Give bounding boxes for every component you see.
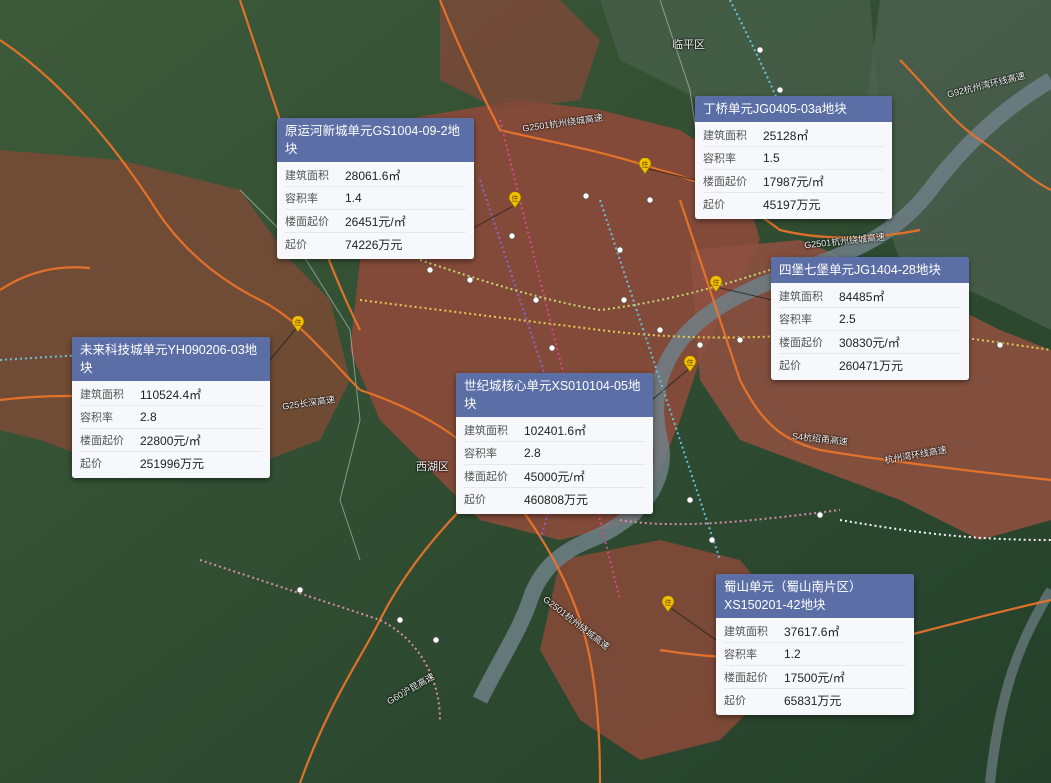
floor-price-value: 17500元/㎡ [784, 670, 845, 685]
field-label-far: 容积率 [779, 314, 812, 326]
svg-text:住: 住 [642, 160, 649, 169]
field-label-far: 容积率 [80, 412, 113, 424]
start-price-value: 260471万元 [839, 358, 904, 373]
field-label-far: 容积率 [285, 193, 318, 205]
floor-price-value: 26451元/㎡ [345, 214, 406, 229]
map-pin-icon[interactable]: 住 [638, 158, 652, 174]
parcel-title: 蜀山单元（蜀山南片区）XS150201-42地块 [716, 574, 914, 618]
field-label-floor-price: 楼面起价 [779, 337, 823, 349]
svg-text:住: 住 [665, 598, 672, 607]
svg-text:住: 住 [713, 278, 720, 287]
map-pin-icon[interactable]: 住 [508, 192, 522, 208]
area-value: 28061.6㎡ [345, 168, 401, 183]
field-label-start-price: 起价 [464, 494, 486, 506]
district-label-xihu: 西湖区 [416, 461, 449, 473]
district-label-linping: 临平区 [672, 39, 705, 51]
field-label-area: 建筑面积 [724, 626, 768, 638]
area-value: 102401.6㎡ [524, 423, 587, 438]
far-value: 1.4 [345, 191, 362, 205]
map-pin-icon[interactable]: 住 [709, 276, 723, 292]
field-label-far: 容积率 [724, 649, 757, 661]
far-value: 1.2 [784, 647, 801, 661]
field-label-floor-price: 楼面起价 [285, 216, 329, 228]
field-label-start-price: 起价 [80, 458, 102, 470]
map-pin-icon[interactable]: 住 [291, 316, 305, 332]
svg-text:住: 住 [512, 194, 519, 203]
parcel-card[interactable]: 原运河新城单元GS1004-09-2地块 建筑面积 28061.6㎡ 容积率 1.4… [277, 118, 474, 259]
area-value: 25128㎡ [763, 128, 809, 143]
far-value: 2.5 [839, 312, 856, 326]
field-label-floor-price: 楼面起价 [80, 435, 124, 447]
field-label-floor-price: 楼面起价 [703, 176, 747, 188]
parcel-card[interactable]: 世纪城核心单元XS010104-05地块 建筑面积 102401.6㎡ 容积率 2.… [456, 373, 653, 514]
floor-price-value: 30830元/㎡ [839, 335, 900, 350]
floor-price-value: 45000元/㎡ [524, 469, 585, 484]
far-value: 2.8 [524, 446, 541, 460]
start-price-value: 45197万元 [763, 197, 821, 212]
svg-text:住: 住 [687, 358, 694, 367]
field-label-floor-price: 楼面起价 [464, 471, 508, 483]
field-label-start-price: 起价 [724, 695, 746, 707]
parcel-card[interactable]: 丁桥单元JG0405-03a地块 建筑面积 25128㎡ 容积率 1.5 楼面起价 1… [695, 96, 892, 219]
area-value: 37617.6㎡ [784, 624, 840, 639]
floor-price-value: 17987元/㎡ [763, 174, 824, 189]
field-label-start-price: 起价 [779, 360, 801, 372]
parcel-title: 未来科技城单元YH090206-03地块 [72, 337, 270, 381]
parcel-card[interactable]: 未来科技城单元YH090206-03地块 建筑面积 110524.4㎡ 容积率 2.… [72, 337, 270, 478]
field-label-area: 建筑面积 [464, 425, 508, 437]
field-label-floor-price: 楼面起价 [724, 672, 768, 684]
parcel-card[interactable]: 四堡七堡单元JG1404-28地块 建筑面积 84485㎡ 容积率 2.5 楼面起价… [771, 257, 969, 380]
far-value: 2.8 [140, 410, 157, 424]
parcel-title: 丁桥单元JG0405-03a地块 [695, 96, 892, 122]
field-label-start-price: 起价 [703, 199, 725, 211]
start-price-value: 65831万元 [784, 693, 842, 708]
area-value: 110524.4㎡ [140, 387, 202, 402]
parcel-title: 原运河新城单元GS1004-09-2地块 [277, 118, 474, 162]
field-label-far: 容积率 [703, 153, 736, 165]
field-label-start-price: 起价 [285, 239, 307, 251]
map-pin-icon[interactable]: 住 [683, 356, 697, 372]
field-label-area: 建筑面积 [285, 170, 329, 182]
parcel-title: 四堡七堡单元JG1404-28地块 [771, 257, 969, 283]
svg-text:住: 住 [295, 318, 302, 327]
field-label-area: 建筑面积 [703, 130, 747, 142]
far-value: 1.5 [763, 151, 780, 165]
field-label-area: 建筑面积 [779, 291, 823, 303]
field-label-area: 建筑面积 [80, 389, 124, 401]
start-price-value: 74226万元 [345, 237, 403, 252]
map-pin-icon[interactable]: 住 [661, 596, 675, 612]
floor-price-value: 22800元/㎡ [140, 433, 201, 448]
start-price-value: 460808万元 [524, 492, 589, 507]
parcel-card[interactable]: 蜀山单元（蜀山南片区）XS150201-42地块 建筑面积 37617.6㎡ 容积… [716, 574, 914, 715]
field-label-far: 容积率 [464, 448, 497, 460]
area-value: 84485㎡ [839, 289, 885, 304]
parcel-title: 世纪城核心单元XS010104-05地块 [456, 373, 653, 417]
start-price-value: 251996万元 [140, 456, 205, 471]
